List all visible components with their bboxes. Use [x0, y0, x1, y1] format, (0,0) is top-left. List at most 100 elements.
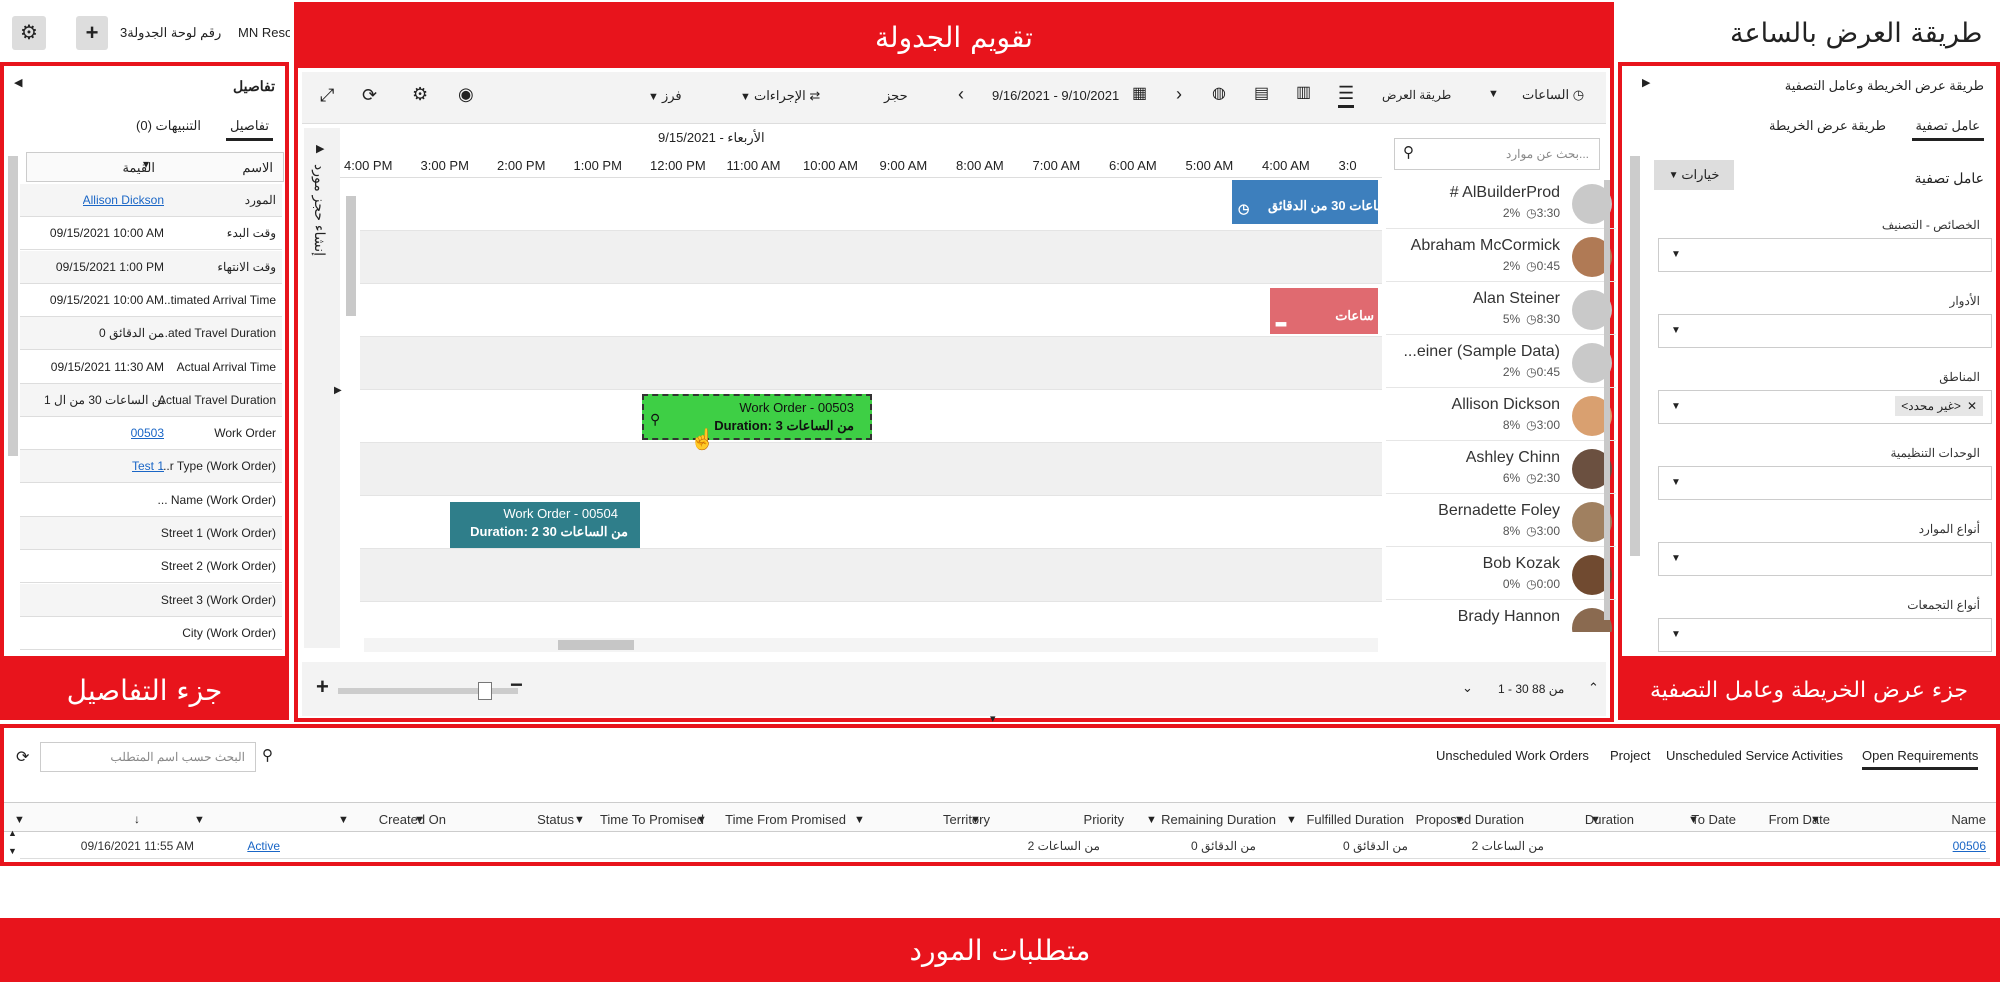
- gear-icon[interactable]: ⚙: [412, 85, 428, 103]
- requirement-search-input[interactable]: البحث حسب اسم المتطلب: [40, 742, 256, 772]
- column-header[interactable]: Priority: [1084, 812, 1124, 827]
- resource-row[interactable]: ...einer (Sample Data) 2% ◷0:45: [1386, 335, 1616, 388]
- horizontal-scrollbar[interactable]: [364, 638, 1378, 652]
- details-scrollbar[interactable]: [8, 156, 18, 456]
- resource-row[interactable]: Brady Hannon: [1386, 600, 1616, 632]
- tab-details[interactable]: تفاصيل: [226, 118, 273, 141]
- filter-select[interactable]: ▼ <غير محدد> ✕: [1658, 390, 1992, 424]
- expand-icon[interactable]: ⤢: [320, 86, 334, 104]
- cell-status[interactable]: Active: [247, 839, 280, 853]
- sort-dropdown[interactable]: ▼ فرز: [648, 88, 682, 104]
- column-header[interactable]: Created On: [379, 812, 446, 827]
- col-name-header[interactable]: الاسم: [242, 160, 273, 176]
- detail-row: Street 3 (Work Order): [20, 583, 282, 617]
- detail-value[interactable]: Test 1: [132, 459, 164, 473]
- chevron-right-icon[interactable]: ›: [1176, 85, 1182, 103]
- resource-stats: 2% ◷0:45: [1503, 365, 1560, 379]
- refresh-icon[interactable]: ⟳: [16, 750, 29, 766]
- resource-row[interactable]: Ashley Chinn 6% ◷2:30: [1386, 441, 1616, 494]
- chevron-up-icon[interactable]: ⌃: [1588, 680, 1599, 696]
- resource-row[interactable]: Bob Kozak 0% ◷0:00: [1386, 547, 1616, 600]
- tab-open-requirements[interactable]: Open Requirements: [1862, 748, 1979, 770]
- resource-row[interactable]: Abraham McCormick 2% ◷0:45: [1386, 229, 1616, 282]
- board-tab-label[interactable]: رقم لوحة الجدولة3: [120, 25, 221, 41]
- book-button[interactable]: حجز: [884, 88, 908, 104]
- column-header[interactable]: Time To Promised: [600, 812, 704, 827]
- column-header[interactable]: Territory: [943, 812, 990, 827]
- column-header[interactable]: From Date: [1769, 812, 1830, 827]
- search-icon[interactable]: ⚲: [262, 748, 273, 763]
- scroll-down-icon[interactable]: ▼: [8, 846, 17, 856]
- settings-button[interactable]: ⚙: [12, 16, 46, 50]
- filter-select[interactable]: ▼: [1658, 238, 1992, 272]
- column-header[interactable]: Status: [537, 812, 574, 827]
- close-icon[interactable]: ✕: [1967, 399, 1977, 413]
- chevron-down-icon[interactable]: ▼: [338, 814, 349, 826]
- plus-icon[interactable]: +: [316, 674, 329, 700]
- chevron-down-icon[interactable]: ▼: [1146, 814, 1157, 826]
- chevron-down-icon[interactable]: ▼: [1286, 814, 1297, 826]
- column-header[interactable]: Proposed Duration: [1416, 812, 1524, 827]
- date-range[interactable]: 9/16/2021 - 9/10/2021: [992, 88, 1119, 103]
- filter-scrollbar[interactable]: [1630, 156, 1640, 556]
- grid-icon[interactable]: ▤: [1254, 86, 1269, 102]
- options-button[interactable]: ▼ خيارات: [1654, 160, 1734, 190]
- detail-value[interactable]: Allison Dickson: [83, 193, 164, 207]
- filter-select[interactable]: ▼: [1658, 314, 1992, 348]
- column-header[interactable]: Name: [1951, 812, 1986, 827]
- filter-select[interactable]: ▼: [1658, 466, 1992, 500]
- chevron-down-icon[interactable]: ▾: [143, 157, 149, 171]
- eye-icon[interactable]: ◉: [458, 85, 474, 103]
- resource-tab-fragment[interactable]: MN Resou: [238, 25, 290, 40]
- territory-chip[interactable]: <غير محدد> ✕: [1895, 396, 1983, 416]
- filter-select[interactable]: ▼: [1658, 542, 1992, 576]
- globe-icon[interactable]: ◍: [1212, 86, 1226, 102]
- chevron-left-icon[interactable]: ‹: [958, 85, 964, 103]
- cell-name[interactable]: 00506: [1953, 839, 1986, 853]
- chevron-down-icon[interactable]: ▼: [14, 814, 25, 826]
- filter-select[interactable]: ▼: [1658, 618, 1992, 652]
- actions-dropdown[interactable]: ▼ الإجراءات ⇄: [740, 88, 820, 104]
- chevron-down-icon[interactable]: ▼: [1488, 88, 1499, 100]
- col-value-header[interactable]: القيمة: [122, 160, 155, 176]
- tab-alerts[interactable]: التنبيهات (0): [136, 118, 201, 134]
- hours-dropdown[interactable]: الساعات ◷: [1522, 87, 1584, 103]
- columns-icon[interactable]: ▥: [1296, 85, 1311, 101]
- chevron-down-icon[interactable]: ⌄: [1462, 680, 1473, 696]
- chevron-down-icon: ▼: [1668, 169, 1682, 181]
- resource-row[interactable]: Allison Dickson 8% ◷3:00: [1386, 388, 1616, 441]
- list-view-icon[interactable]: ☰: [1338, 84, 1355, 108]
- chevron-down-icon[interactable]: ▼: [194, 814, 205, 826]
- scroll-up-icon[interactable]: ▲: [8, 828, 17, 838]
- resource-row[interactable]: Bernadette Foley 8% ◷3:00: [1386, 494, 1616, 547]
- resource-name: Abraham McCormick: [1410, 237, 1560, 254]
- collapse-arrow-icon[interactable]: ◀: [14, 78, 22, 89]
- detail-value[interactable]: 00503: [131, 426, 164, 440]
- tab-unscheduled-service-activities[interactable]: Unscheduled Service Activities: [1666, 748, 1843, 763]
- column-header[interactable]: Duration: [1585, 812, 1634, 827]
- tab-filter[interactable]: عامل تصفية: [1911, 118, 1984, 141]
- scroll-thumb[interactable]: [558, 640, 634, 650]
- tab-unscheduled-work-orders[interactable]: Unscheduled Work Orders: [1436, 748, 1589, 763]
- column-header[interactable]: Time From Promised: [725, 812, 846, 827]
- resource-row[interactable]: Alan Steiner 5% ◷8:30: [1386, 282, 1616, 335]
- resource-row[interactable]: # AlBuilderProd 2% ◷3:30: [1386, 176, 1616, 229]
- chevron-down-icon[interactable]: ▼: [854, 814, 865, 826]
- minus-icon[interactable]: −: [510, 672, 523, 698]
- add-board-button[interactable]: +: [76, 16, 108, 50]
- filter-field-label: أنواع الموارد: [1918, 522, 1980, 536]
- tab-map-view[interactable]: طريقة عرض الخريطة: [1769, 118, 1886, 134]
- collapse-arrow-icon[interactable]: ▶: [1642, 78, 1650, 89]
- calendar-icon[interactable]: ▦: [1132, 86, 1147, 102]
- column-header[interactable]: To Date: [1691, 812, 1736, 827]
- refresh-icon[interactable]: ⟳: [362, 86, 377, 104]
- tab-project[interactable]: Project: [1610, 748, 1650, 763]
- column-header[interactable]: Remaining Duration: [1161, 812, 1276, 827]
- resource-pct: 2%: [1502, 206, 1521, 220]
- zoom-handle[interactable]: [478, 682, 492, 700]
- chevron-down-icon[interactable]: ▼: [574, 814, 585, 826]
- resource-search-input[interactable]: بحث عن موارد... ⚲: [1394, 138, 1600, 170]
- resource-scrollbar[interactable]: [1604, 180, 1610, 620]
- zoom-slider[interactable]: [338, 682, 518, 700]
- column-header[interactable]: Fulfilled Duration: [1306, 812, 1404, 827]
